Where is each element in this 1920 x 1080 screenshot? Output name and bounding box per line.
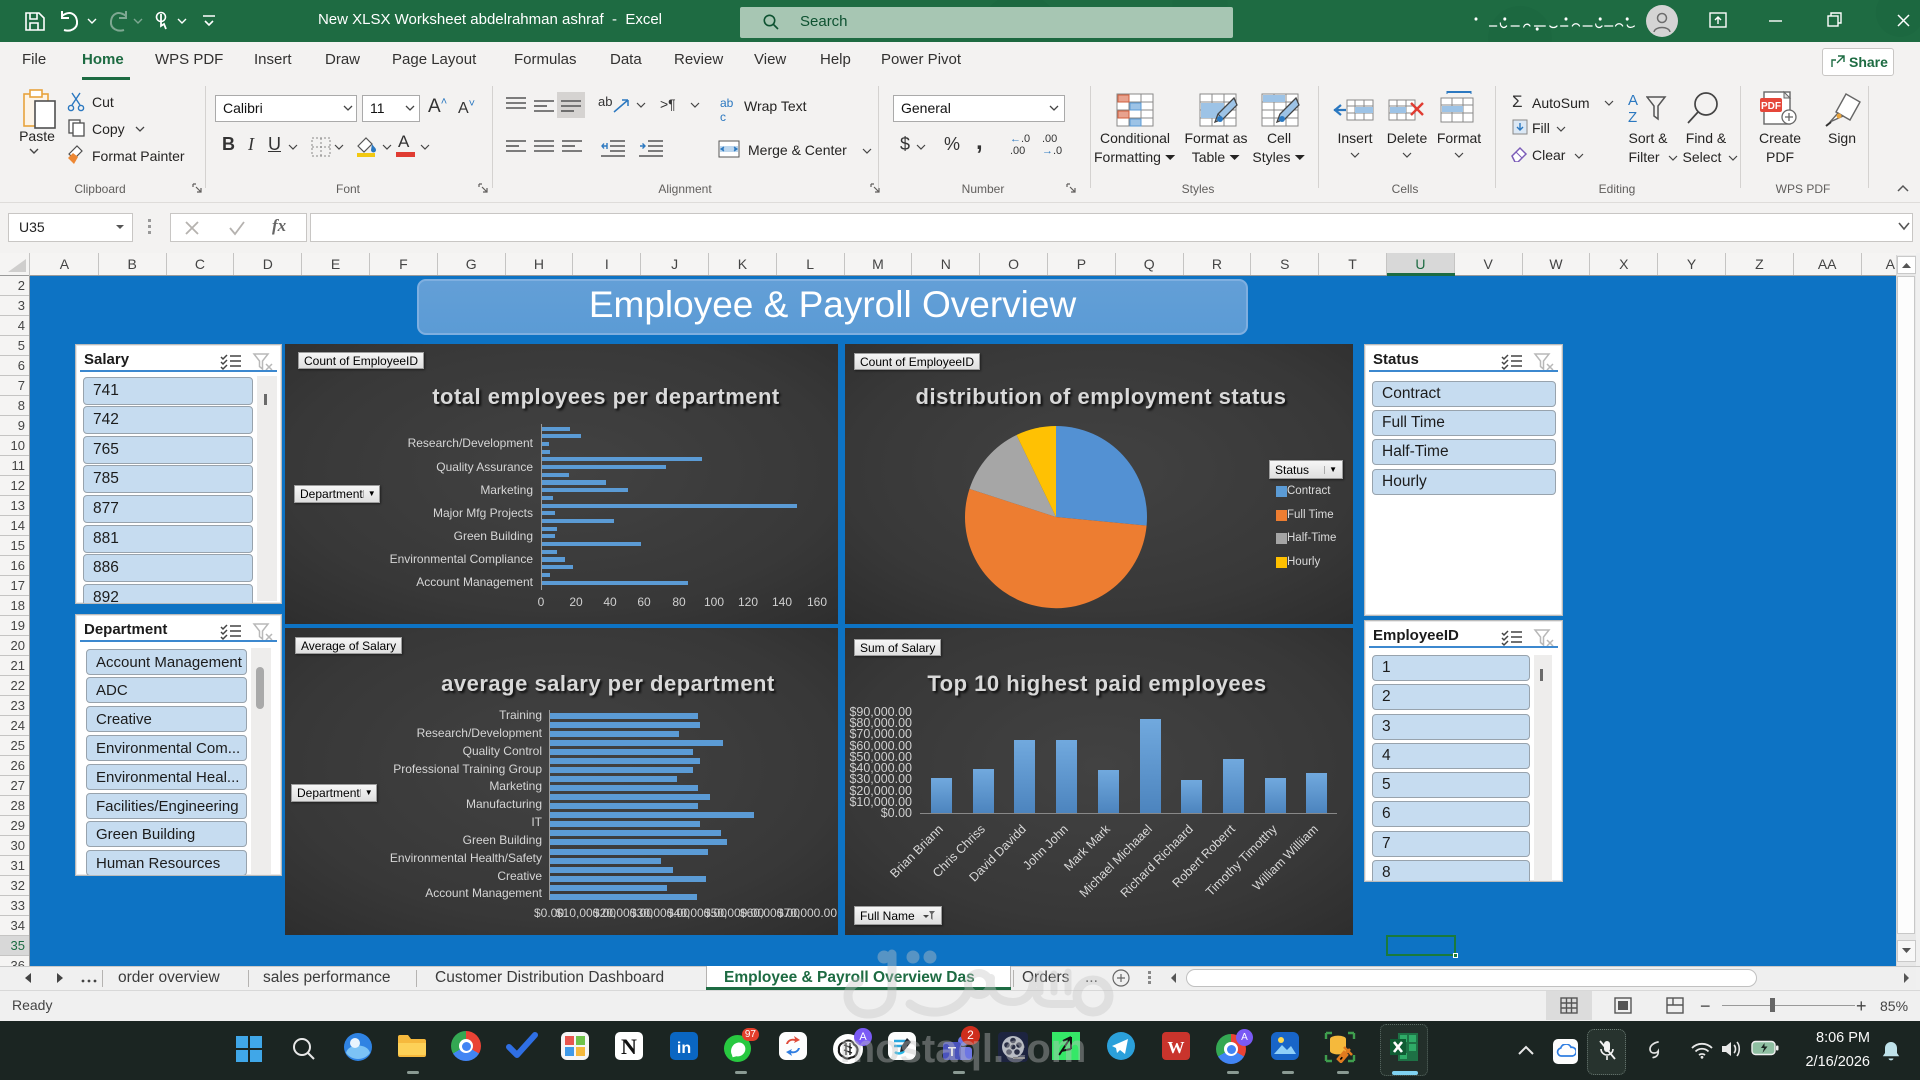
svg-text:in: in [677,1040,691,1057]
svg-text:W: W [1168,1038,1185,1057]
svg-text:N: N [621,1034,637,1059]
svg-text:mostaql.com: mostaql.com [840,1027,1086,1071]
svg-text:PDF: PDF [1761,101,1781,112]
